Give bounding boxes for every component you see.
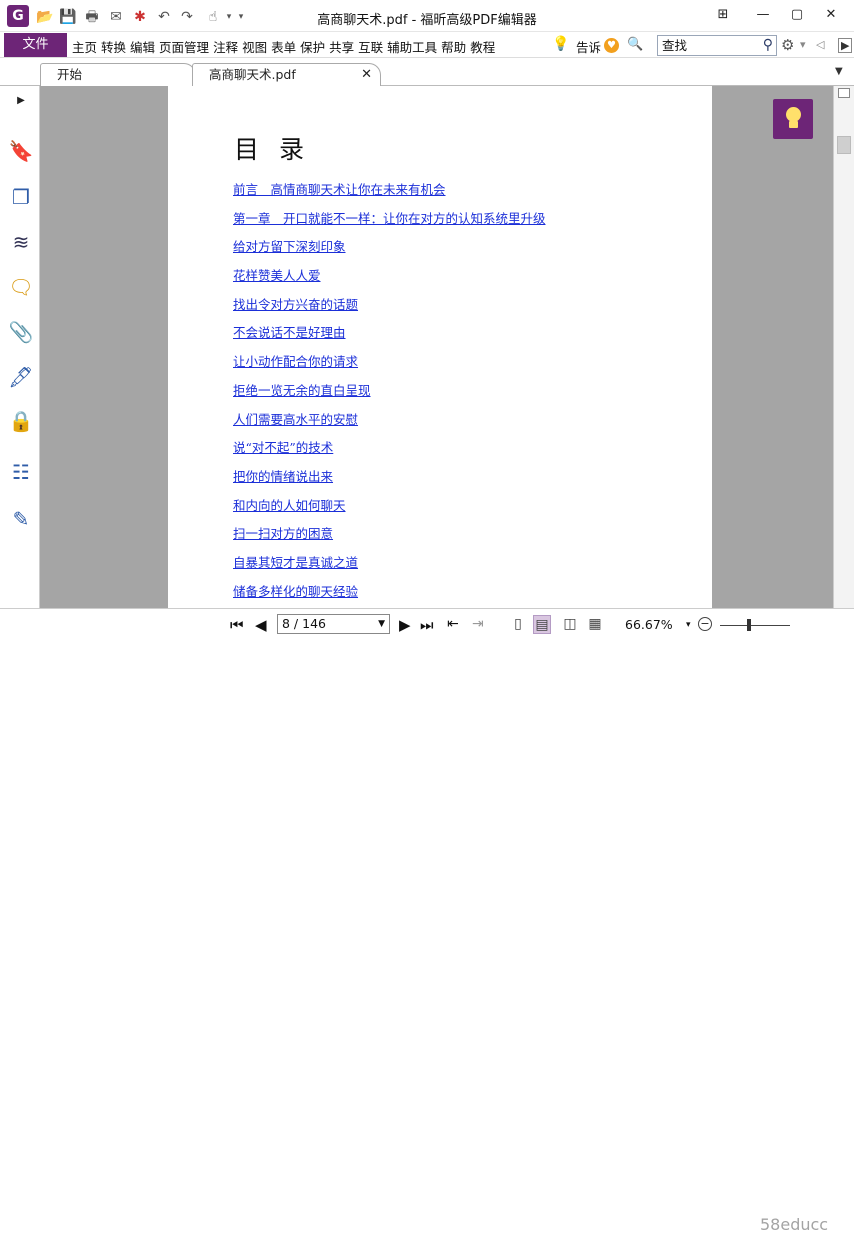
previous-page-icon[interactable]: ◀	[255, 616, 267, 634]
menu-tutorial[interactable]: 教程	[470, 37, 499, 56]
scroll-up-button[interactable]	[838, 88, 850, 98]
menu-comment[interactable]: 注释	[213, 37, 242, 56]
expand-panel-icon[interactable]: ▶	[8, 88, 34, 114]
toc-link[interactable]: 让小动作配合你的请求	[233, 351, 546, 380]
maximize-button[interactable]: ▢	[786, 6, 808, 24]
search-placeholder: 查找	[662, 38, 688, 53]
tell-me-label[interactable]: 告诉	[576, 37, 601, 56]
toc-link[interactable]: 人们需要高水平的安慰	[233, 409, 546, 438]
page-indicator: 8 / 146	[282, 616, 326, 631]
pdf-page: 目 录 前言 高情商聊天术让你在未来有机会 第一章 开口就能不一样：让你在对方的…	[168, 86, 712, 608]
close-tab-icon[interactable]: ✕	[361, 64, 372, 86]
tab-document[interactable]: 高商聊天术.pdf ✕	[192, 63, 381, 86]
minimize-button[interactable]: —	[752, 6, 774, 24]
search-icon[interactable]: ⚲	[763, 36, 773, 55]
gear-dropdown-icon[interactable]: ▾	[800, 38, 806, 51]
tab-document-label: 高商聊天术.pdf	[209, 67, 296, 82]
bookmark-icon[interactable]: 🔖	[8, 138, 34, 164]
menu-tabs: 主页 转换 编辑 页面管理 注释 视图 表单 保护 共享 互联 辅助工具 帮助 …	[72, 37, 499, 56]
form-fields-icon[interactable]: ☷	[8, 459, 34, 485]
zoom-out-icon[interactable]: −	[698, 617, 712, 631]
last-page-icon[interactable]: ⏭	[420, 616, 434, 634]
lightbulb-icon	[786, 107, 801, 122]
menu-edit[interactable]: 编辑	[130, 37, 159, 56]
layers-icon[interactable]: ≋	[8, 229, 34, 255]
next-view-icon[interactable]: ⇥	[472, 616, 484, 632]
menu-connect[interactable]: 互联	[358, 37, 387, 56]
ribbon-scroll-right-icon[interactable]: ▶	[838, 38, 853, 53]
file-menu-button[interactable]: 文件	[4, 33, 67, 57]
zoom-dropdown-icon[interactable]: ▾	[686, 620, 691, 630]
continuous-facing-view-icon[interactable]: ▦	[586, 615, 604, 634]
toc-link[interactable]: 自暴其短才是真诚之道	[233, 552, 546, 581]
toc-link[interactable]: 找出令对方兴奋的话题	[233, 294, 546, 323]
ribbon-scroll-left-icon[interactable]: ◁	[816, 38, 824, 51]
zoom-level[interactable]: 66.67%	[625, 617, 673, 632]
find-options-icon[interactable]: 🔍	[627, 37, 643, 52]
tips-lightbulb-button[interactable]	[773, 99, 813, 139]
tab-start-label: 开始	[57, 67, 83, 82]
menu-help[interactable]: 帮助	[441, 37, 470, 56]
menu-view[interactable]: 视图	[242, 37, 271, 56]
scrollbar-thumb[interactable]	[837, 136, 851, 154]
toc-link[interactable]: 把你的情绪说出来	[233, 466, 546, 495]
attachments-icon[interactable]: 📎	[8, 319, 34, 345]
toc-heading: 目 录	[234, 135, 310, 164]
signature-icon[interactable]: 🖋	[8, 364, 34, 390]
tabs-list-dropdown-icon[interactable]: ▼	[835, 66, 843, 77]
page-number-input[interactable]: 8 / 146 ▼	[277, 614, 390, 634]
status-bar: ⏮ ◀ 8 / 146 ▼ ▶ ⏭ ⇤ ⇥ ▯ ▤ ◫ ▦ 66.67% ▾ −…	[0, 608, 854, 1234]
page-dropdown-icon[interactable]: ▼	[378, 615, 385, 633]
tile-windows-button[interactable]: ⊞	[712, 6, 734, 24]
toc-link[interactable]: 给对方留下深刻印象	[233, 236, 546, 265]
tab-start[interactable]: 开始	[40, 63, 196, 86]
left-gutter	[40, 86, 168, 608]
toc-list: 前言 高情商聊天术让你在未来有机会 第一章 开口就能不一样：让你在对方的认知系统…	[233, 179, 546, 609]
zoom-slider[interactable]	[720, 625, 790, 626]
menu-home[interactable]: 主页	[72, 37, 101, 56]
menu-protect[interactable]: 保护	[300, 37, 329, 56]
heart-icon[interactable]: ♥	[604, 38, 619, 53]
toc-link[interactable]: 第一章 开口就能不一样：让你在对方的认知系统里升级	[233, 208, 546, 237]
right-gutter	[712, 86, 833, 608]
ribbon-menu: 文件 主页 转换 编辑 页面管理 注释 视图 表单 保护 共享 互联 辅助工具 …	[0, 32, 854, 58]
previous-view-icon[interactable]: ⇤	[447, 616, 459, 632]
vertical-scrollbar[interactable]	[833, 86, 854, 608]
continuous-view-icon[interactable]: ▤	[533, 615, 551, 634]
toc-link[interactable]: 花样赞美人人爱	[233, 265, 546, 294]
toc-link[interactable]: 前言 高情商聊天术让你在未来有机会	[233, 179, 546, 208]
search-input[interactable]: 查找 ⚲	[657, 35, 777, 56]
toc-link[interactable]: 说“对不起”的技术	[233, 437, 546, 466]
document-tabs: 开始 高商聊天术.pdf ✕ ▼	[0, 58, 854, 86]
menu-accessibility[interactable]: 辅助工具	[387, 37, 441, 56]
first-page-icon[interactable]: ⏮	[230, 616, 244, 634]
toc-link[interactable]: 不会说话不是好理由	[233, 322, 546, 351]
toc-link[interactable]: 拒绝一览无余的直白呈现	[233, 380, 546, 409]
watermark-text: 58educc	[760, 1215, 829, 1234]
zoom-slider-handle[interactable]	[747, 619, 751, 631]
menu-share[interactable]: 共享	[329, 37, 358, 56]
left-panel-toolbar: ▶ 🔖 ❐ ≋ 🗨 📎 🖋 🔒 ☷ ✎	[0, 86, 40, 640]
next-page-icon[interactable]: ▶	[399, 616, 411, 634]
comments-icon[interactable]: 🗨	[8, 274, 34, 300]
menu-form[interactable]: 表单	[271, 37, 300, 56]
certificate-icon[interactable]: ✎	[8, 506, 34, 532]
single-page-view-icon[interactable]: ▯	[509, 615, 527, 634]
toc-link[interactable]: 和内向的人如何聊天	[233, 495, 546, 524]
toc-link[interactable]: 储备多样化的聊天经验	[233, 581, 546, 610]
menu-convert[interactable]: 转换	[101, 37, 130, 56]
lock-icon[interactable]: 🔒	[8, 408, 34, 434]
facing-view-icon[interactable]: ◫	[561, 615, 579, 634]
close-button[interactable]: ✕	[820, 6, 842, 24]
title-bar: G 📂 💾 🖶 ✉ ✱ ↶ ↷ ☝ ▾ ▾ 高商聊天术.pdf - 福昕高级PD…	[0, 0, 854, 32]
gear-icon[interactable]: ⚙	[781, 36, 794, 54]
page-thumbnails-icon[interactable]: ❐	[8, 184, 34, 210]
toc-link[interactable]: 扫一扫对方的困意	[233, 523, 546, 552]
menu-page-organize[interactable]: 页面管理	[159, 37, 213, 56]
lightbulb-icon[interactable]: 💡	[552, 36, 569, 54]
